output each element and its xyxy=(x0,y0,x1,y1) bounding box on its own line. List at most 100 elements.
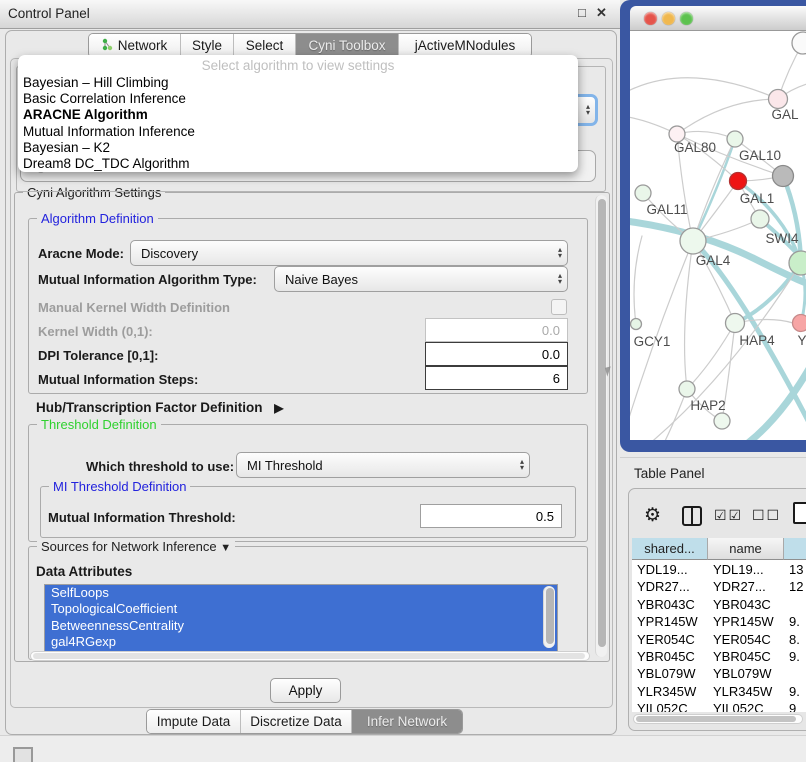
tab-select[interactable]: Select xyxy=(234,34,296,57)
network-node-gcy1[interactable] xyxy=(631,319,642,330)
restore-panel-button[interactable] xyxy=(13,747,33,762)
network-node-y[interactable] xyxy=(793,315,806,332)
table-cell[interactable]: YPR145W xyxy=(708,613,784,630)
manual-kernel-checkbox[interactable] xyxy=(551,299,567,315)
table-cell[interactable]: YBR043C xyxy=(708,596,784,613)
table-cell[interactable]: YDL19... xyxy=(708,561,784,578)
which-threshold-combo[interactable]: MI Threshold ▴▾ xyxy=(236,452,530,478)
network-edge[interactable] xyxy=(677,99,778,134)
apply-button[interactable]: Apply xyxy=(270,678,341,703)
minimize-window-icon[interactable] xyxy=(662,12,675,25)
kernel-width-field[interactable]: 0.0 xyxy=(425,318,568,342)
algorithm-option[interactable]: Bayesian – K2 xyxy=(18,140,578,156)
mi-type-combo[interactable]: Naive Bayes ▴▾ xyxy=(274,266,568,292)
table-cell[interactable]: 8. xyxy=(784,631,806,648)
table-cell[interactable]: YBL079W xyxy=(708,665,784,682)
data-attributes-list[interactable]: SelfLoopsTopologicalCoefficientBetweenne… xyxy=(44,584,558,652)
table-cell[interactable] xyxy=(784,596,806,613)
table-cell[interactable]: YDL19... xyxy=(632,561,708,578)
tab-impute-data[interactable]: Impute Data xyxy=(147,710,241,733)
tab-jactivemnodules[interactable]: jActiveMNodules xyxy=(399,34,531,57)
network-edge[interactable] xyxy=(685,241,693,389)
network-node-swi4[interactable] xyxy=(751,210,769,228)
network-node-hap2[interactable] xyxy=(679,381,695,397)
close-window-icon[interactable] xyxy=(644,12,657,25)
table-cell[interactable]: 13 xyxy=(784,561,806,578)
node-table[interactable]: shared...nameAYDL19...YDL19...13YDR27...… xyxy=(632,538,806,712)
network-node-gal[interactable] xyxy=(769,90,788,109)
collapse-arrow-icon[interactable]: ▼ xyxy=(220,542,231,554)
table-cell[interactable]: YIL052C xyxy=(708,700,784,712)
network-view-canvas[interactable]: GALGAL80GAL10GAL1SWI4GAL11GAL4GCY1HAP4YH… xyxy=(630,31,806,440)
table-cell[interactable]: YPR145W xyxy=(632,613,708,630)
new-table-icon[interactable] xyxy=(793,502,806,524)
network-node-gal11[interactable] xyxy=(635,185,651,201)
sources-hscrollbar-thumb[interactable] xyxy=(33,653,585,659)
column-header-1[interactable]: shared... xyxy=(632,538,708,560)
attribute-list-item[interactable]: BetweennessCentrality xyxy=(45,618,557,634)
network-node-gal10[interactable] xyxy=(727,131,743,147)
network-edge[interactable] xyxy=(735,263,801,323)
table-cell[interactable]: YBR045C xyxy=(708,648,784,665)
attributes-scrollbar-thumb[interactable] xyxy=(546,588,554,644)
algorithm-option[interactable]: Bayesian – Hill Climbing xyxy=(18,75,578,91)
checked-columns-icon[interactable]: ☑☑ xyxy=(714,507,743,524)
column-header-2[interactable]: name xyxy=(708,538,784,560)
settings-scrollbar[interactable] xyxy=(595,195,607,657)
table-cell[interactable]: 9. xyxy=(784,648,806,665)
network-node-gal1[interactable] xyxy=(730,173,747,190)
gear-icon[interactable]: ⚙ xyxy=(644,504,661,527)
table-cell[interactable]: YBL079W xyxy=(632,665,708,682)
column-header-3[interactable]: A xyxy=(784,538,806,560)
network-node-hap4[interactable] xyxy=(726,314,745,333)
network-edge[interactable] xyxy=(634,236,642,324)
table-cell[interactable]: YLR345W xyxy=(708,683,784,700)
table-horizontal-scrollbar[interactable] xyxy=(633,714,803,724)
network-node[interactable] xyxy=(714,413,730,429)
table-cell[interactable]: 9. xyxy=(784,613,806,630)
table-cell[interactable]: YLR345W xyxy=(632,683,708,700)
dpi-tolerance-field[interactable]: 0.0 xyxy=(425,342,568,366)
tab-discretize-data[interactable]: Discretize Data xyxy=(241,710,352,733)
network-node[interactable] xyxy=(789,251,806,275)
table-cell[interactable] xyxy=(784,665,806,682)
tab-style[interactable]: Style xyxy=(181,34,234,57)
table-cell[interactable]: 9. xyxy=(784,683,806,700)
attribute-list-item[interactable]: TopologicalCoefficient xyxy=(45,601,557,617)
network-edge[interactable] xyxy=(630,78,778,99)
table-cell[interactable]: YIL052C xyxy=(632,700,708,712)
network-graph[interactable]: GALGAL80GAL10GAL1SWI4GAL11GAL4GCY1HAP4YH… xyxy=(630,31,806,440)
tab-infer-network[interactable]: Infer Network xyxy=(352,710,462,733)
mi-threshold-field[interactable]: 0.5 xyxy=(420,504,562,528)
settings-scrollbar-thumb[interactable] xyxy=(598,199,606,647)
hub-expander[interactable]: Hub/Transcription Factor Definition ▶ xyxy=(36,400,284,415)
zoom-window-icon[interactable] xyxy=(680,12,693,25)
algorithm-option[interactable]: Mutual Information Inference xyxy=(18,124,578,140)
float-window-icon[interactable]: □ xyxy=(578,5,586,20)
close-panel-icon[interactable]: ✕ xyxy=(596,5,607,21)
table-cell[interactable]: YDR27... xyxy=(708,578,784,595)
table-cell[interactable]: YER054C xyxy=(632,631,708,648)
network-node[interactable] xyxy=(792,32,806,54)
table-cell[interactable]: YER054C xyxy=(708,631,784,648)
table-cell[interactable]: 9 xyxy=(784,700,806,712)
unchecked-columns-icon[interactable]: ☐☐ xyxy=(752,507,781,524)
table-cell[interactable]: 12 xyxy=(784,578,806,595)
aracne-mode-combo[interactable]: Discovery ▴▾ xyxy=(130,240,568,266)
algorithm-option[interactable]: Dream8 DC_TDC Algorithm xyxy=(18,156,578,172)
sources-horizontal-scrollbar[interactable] xyxy=(30,651,590,661)
columns-icon[interactable] xyxy=(682,506,702,526)
attribute-list-item[interactable]: SelfLoops xyxy=(45,585,557,601)
algorithm-option[interactable]: ARACNE Algorithm xyxy=(18,107,578,123)
algorithm-option[interactable]: Basic Correlation Inference xyxy=(18,91,578,107)
tab-network[interactable]: Network xyxy=(89,34,181,57)
attributes-list-scrollbar[interactable] xyxy=(543,586,555,648)
table-cell[interactable]: YDR27... xyxy=(632,578,708,595)
attribute-list-item[interactable]: gal4RGexp xyxy=(45,634,557,650)
table-cell[interactable]: YBR043C xyxy=(632,596,708,613)
mi-steps-field[interactable]: 6 xyxy=(425,366,568,390)
tab-cyni-toolbox[interactable]: Cyni Toolbox xyxy=(296,34,399,57)
network-node-gal4[interactable] xyxy=(680,228,706,254)
table-hscrollbar-thumb[interactable] xyxy=(636,716,796,722)
network-node[interactable] xyxy=(773,166,794,187)
